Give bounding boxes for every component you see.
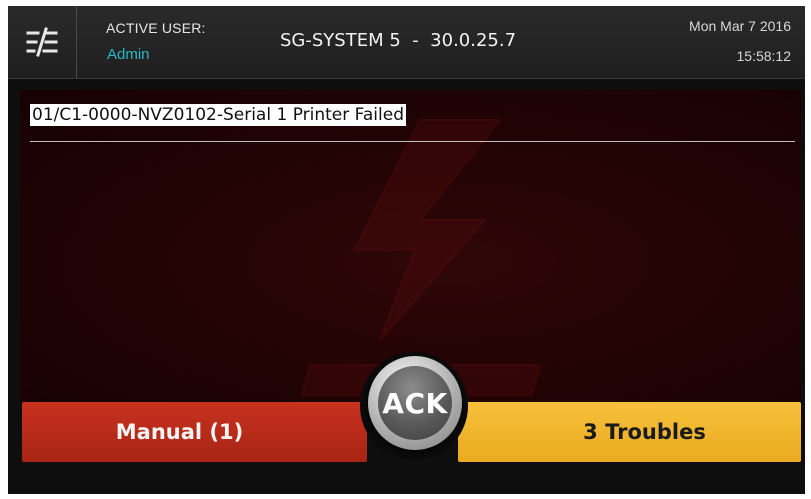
event-list-item[interactable]: 01/C1-0000-NVZ0102-Serial 1 Printer Fail… (30, 104, 406, 126)
troubles-button[interactable]: 3 Troubles (458, 402, 801, 462)
active-user-label: ACTIVE USER: (106, 20, 206, 36)
active-user-name: Admin (107, 46, 150, 63)
menu-button[interactable] (8, 6, 77, 78)
system-title: SG-SYSTEM 5 - 30.0.25.7 (280, 30, 517, 51)
current-date: Mon Mar 7 2016 (689, 18, 791, 34)
event-divider (30, 141, 795, 142)
top-header-bar: ACTIVE USER: Admin SG-SYSTEM 5 - 30.0.25… (8, 6, 805, 79)
panel-screen: ACTIVE USER: Admin SG-SYSTEM 5 - 30.0.25… (8, 6, 805, 494)
filter-list-icon (26, 27, 58, 57)
ack-button[interactable]: ACK (378, 366, 452, 440)
current-time: 15:58:12 (736, 48, 792, 64)
manual-events-button[interactable]: Manual (1) (22, 402, 367, 462)
